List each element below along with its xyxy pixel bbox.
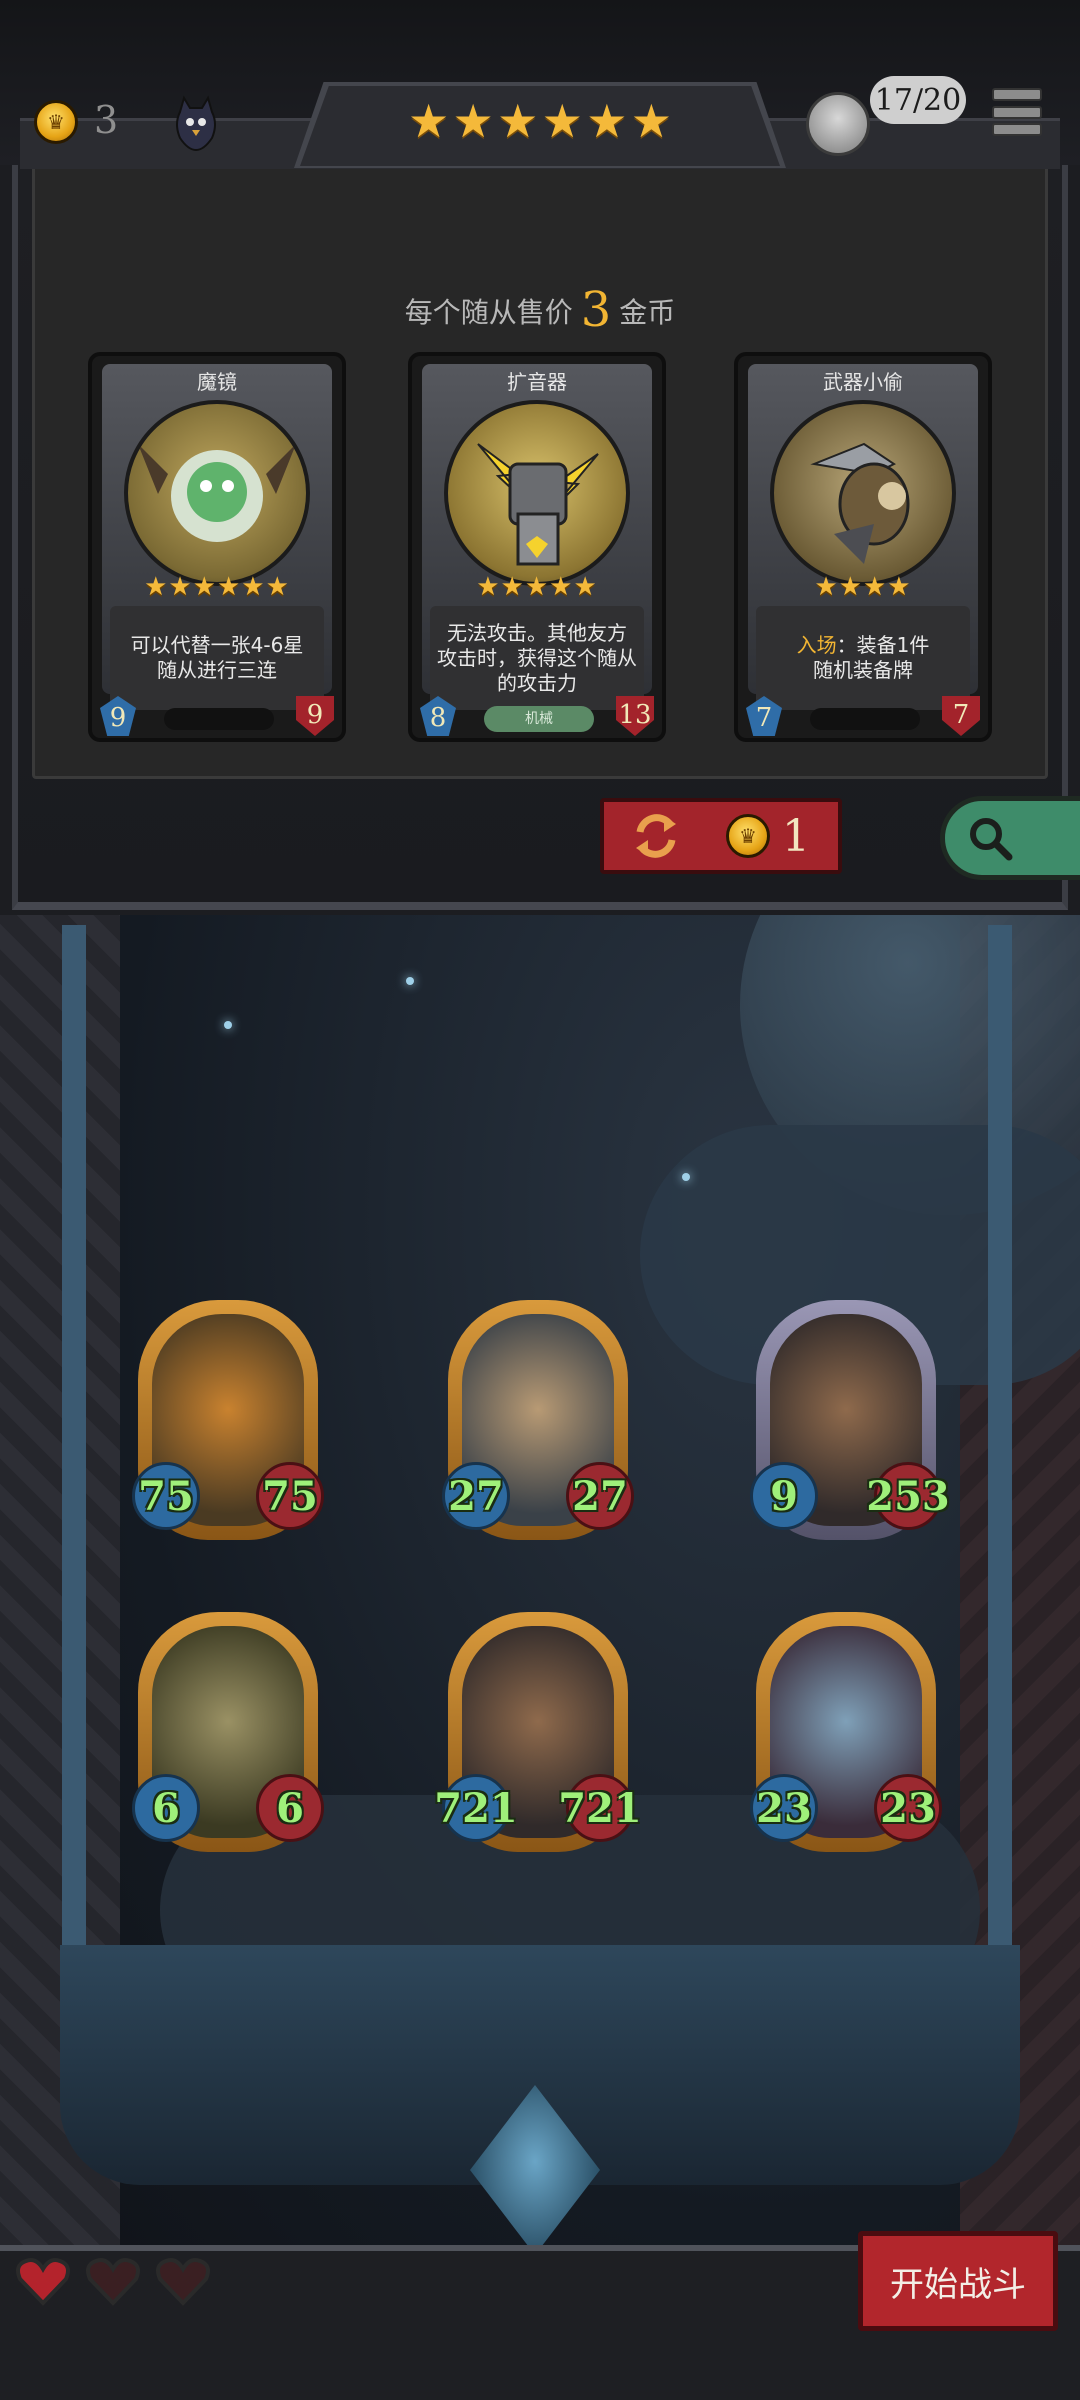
tier-stars: ★ ★ ★ ★ ★ ★	[408, 98, 672, 150]
card-portrait	[770, 400, 956, 586]
minion-health: 721	[558, 1774, 642, 1842]
menu-icon[interactable]	[992, 88, 1042, 136]
minion-slot[interactable]: 721 721	[434, 1612, 642, 1852]
minion-health: 253	[866, 1462, 950, 1530]
minion-health: 27	[566, 1462, 634, 1530]
star-icon: ★	[630, 94, 672, 148]
star-icon: ★	[586, 94, 628, 148]
minion-health: 23	[874, 1774, 942, 1842]
card-tag-empty	[164, 708, 274, 730]
search-button[interactable]	[940, 796, 1080, 880]
minion-attack: 75	[132, 1462, 200, 1530]
refresh-cost: 1	[782, 810, 810, 862]
card-stars: ★★★★★★	[144, 572, 290, 602]
card-description: 入场：装备1件 随机装备牌	[756, 606, 970, 710]
board-count-badge: 17/20	[870, 76, 966, 124]
card-stars: ★★★★	[814, 572, 912, 602]
shop-card[interactable]: 魔镜 ★★★★★★ 可以代替一张4-6星 随从进行三连 9 9	[88, 352, 346, 742]
card-health: 13	[616, 696, 654, 736]
minion-slot[interactable]: 6 6	[132, 1612, 324, 1852]
price-suffix: 金币	[619, 296, 676, 329]
minion-slot[interactable]: 23 23	[750, 1612, 942, 1852]
price-text: 每个随从售价 3 金币	[0, 282, 1080, 338]
price-value: 3	[580, 282, 612, 338]
search-icon	[970, 818, 1013, 861]
lives	[14, 2255, 214, 2315]
heart-icon	[156, 2258, 210, 2306]
bird-icon[interactable]	[170, 94, 222, 154]
minion-slot[interactable]: 27 27	[442, 1300, 634, 1540]
card-stars: ★★★★★	[476, 572, 598, 602]
minion-slot[interactable]: 9 253	[750, 1300, 950, 1540]
card-health: 7	[942, 696, 980, 736]
card-portrait	[444, 400, 630, 586]
minion-slot[interactable]: 75 75	[132, 1300, 324, 1540]
start-battle-button[interactable]: 开始战斗	[858, 2231, 1058, 2331]
keyword-battlecry: 入场	[796, 633, 837, 657]
minion-attack: 6	[132, 1774, 200, 1842]
battlefield: 75 75 27 27 9 253 6 6 721 721 23 23 开始战斗	[0, 915, 1080, 2400]
card-description: 无法攻击。其他友方 攻击时，获得这个随从 的攻击力	[430, 606, 644, 710]
card-description: 可以代替一张4-6星 随从进行三连	[110, 606, 324, 710]
minion-health: 6	[256, 1774, 324, 1842]
card-name: 扩音器	[507, 370, 567, 394]
card-portrait	[124, 400, 310, 586]
price-prefix: 每个随从售价	[404, 296, 573, 329]
shop-card[interactable]: 武器小偷 ★★★★ 入场：装备1件 随机装备牌 7 7	[734, 352, 992, 742]
card-name: 魔镜	[197, 370, 237, 394]
coin-icon: ♛	[34, 100, 78, 144]
coin-icon: ♛	[726, 814, 770, 858]
minion-health: 75	[256, 1462, 324, 1530]
refresh-icon	[636, 814, 676, 858]
minion-attack: 27	[442, 1462, 510, 1530]
shop-card[interactable]: 扩音器 ★★★★★ 无法攻击。其他友方 攻击时，获得这个随从 的攻击力 8 机械…	[408, 352, 666, 742]
card-tag-empty	[810, 708, 920, 730]
star-icon: ★	[408, 94, 450, 148]
star-icon: ★	[497, 94, 539, 148]
minion-attack: 23	[750, 1774, 818, 1842]
card-health: 9	[296, 696, 334, 736]
card-name: 武器小偷	[823, 370, 903, 394]
minion-attack: 721	[434, 1774, 518, 1842]
heart-icon	[86, 2258, 140, 2306]
refresh-button[interactable]: ♛ 1	[600, 798, 842, 874]
shop-panel: ★ ★ ★ ★ ★ ★ ♛ 3 17/20 每个随从售价 3 金币 魔镜 ★★★★★…	[0, 0, 1080, 915]
avatar[interactable]	[806, 92, 870, 156]
gold-count: 3	[94, 98, 119, 142]
star-icon: ★	[452, 94, 494, 148]
heart-icon	[16, 2258, 70, 2306]
star-icon: ★	[541, 94, 583, 148]
minion-attack: 9	[750, 1462, 818, 1530]
card-tribe-tag: 机械	[484, 706, 594, 732]
